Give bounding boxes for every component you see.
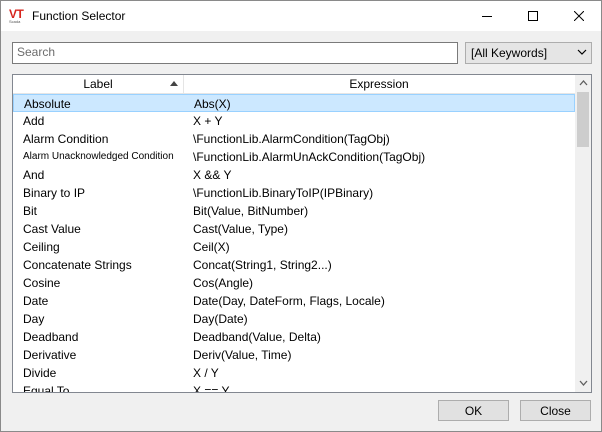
row-expression: Ceil(X) [193, 240, 230, 254]
table-row[interactable]: Concatenate Strings Concat(String1, Strin… [13, 256, 575, 274]
row-label: Ceiling [23, 240, 60, 254]
function-list[interactable]: Label Expression Absolute Abs(X) Add X + YA… [12, 74, 592, 393]
row-label: Concatenate Strings [23, 258, 132, 272]
row-label: Divide [23, 366, 57, 380]
search-box[interactable] [12, 42, 458, 64]
keyword-dropdown-value: [All Keywords] [471, 46, 548, 60]
list-header: Label Expression [13, 75, 591, 94]
table-row[interactable]: Cosine Cos(Angle) [13, 274, 575, 292]
scroll-down-icon[interactable] [579, 380, 588, 386]
row-expression: X == Y [193, 384, 230, 392]
row-expression: Concat(String1, String2...) [193, 258, 332, 272]
chevron-down-icon [577, 49, 587, 55]
search-input[interactable] [13, 43, 457, 61]
minimize-button[interactable] [464, 1, 510, 31]
row-label: Equal To [23, 384, 70, 392]
column-header-label[interactable]: Label [13, 75, 184, 93]
table-row[interactable]: Bit Bit(Value, BitNumber) [13, 202, 575, 220]
close-button[interactable]: Close [520, 400, 591, 421]
row-label: Add [23, 114, 45, 128]
row-label: Alarm Condition [23, 132, 109, 146]
row-expression: Cos(Angle) [193, 276, 254, 290]
scrollbar-thumb[interactable] [577, 92, 589, 147]
column-header-expression[interactable]: Expression [184, 75, 574, 93]
table-row[interactable]: Absolute Abs(X) [13, 94, 575, 112]
row-label: And [23, 168, 45, 182]
table-row[interactable]: Alarm Condition \FunctionLib.AlarmConditi… [13, 130, 575, 148]
row-label: Date [23, 294, 49, 308]
table-row[interactable]: Deadband Deadband(Value, Delta) [13, 328, 575, 346]
ok-button[interactable]: OK [438, 400, 509, 421]
row-label: Absolute [24, 97, 71, 111]
table-row[interactable]: Divide X / Y [13, 364, 575, 382]
table-row[interactable]: Ceiling Ceil(X) [13, 238, 575, 256]
row-label: Binary to IP [23, 186, 86, 200]
row-expression: Day(Date) [193, 312, 248, 326]
function-selector-window: VT Scada Function Selector [All Keywords… [0, 0, 602, 432]
table-row[interactable]: Day Day(Date) [13, 310, 575, 328]
row-expression: Deadband(Value, Delta) [193, 330, 321, 344]
row-label: Cosine [23, 276, 61, 290]
row-expression: X + Y [193, 114, 223, 128]
row-expression: X && Y [193, 168, 232, 182]
table-row[interactable]: Date Date(Day, DateForm, Flags, Locale) [13, 292, 575, 310]
row-label: Cast Value [23, 222, 81, 236]
row-expression: Deriv(Value, Time) [193, 348, 292, 362]
row-label: Deadband [23, 330, 79, 344]
close-window-button[interactable] [556, 1, 602, 31]
maximize-button[interactable] [510, 1, 556, 31]
maximize-icon [528, 11, 538, 21]
keyword-dropdown[interactable]: [All Keywords] [465, 42, 592, 64]
table-row[interactable]: Binary to IP \FunctionLib.BinaryToIP(IPBi… [13, 184, 575, 202]
row-label: Derivative [23, 348, 77, 362]
row-label: Day [23, 312, 45, 326]
row-expression: Date(Day, DateForm, Flags, Locale) [193, 294, 385, 308]
row-label: Bit [23, 204, 38, 218]
window-title: Function Selector [32, 9, 126, 23]
column-header-label-text: Label [83, 77, 113, 91]
table-row[interactable]: Alarm Unacknowledged Condition \FunctionL… [13, 148, 575, 166]
scroll-up-icon[interactable] [579, 80, 588, 86]
row-expression: X / Y [193, 366, 219, 380]
table-row[interactable]: Cast Value Cast(Value, Type) [13, 220, 575, 238]
table-row[interactable]: And X && Y [13, 166, 575, 184]
minimize-icon [482, 16, 492, 17]
row-expression: Bit(Value, BitNumber) [193, 204, 309, 218]
table-row[interactable]: Derivative Deriv(Value, Time) [13, 346, 575, 364]
row-expression: Abs(X) [194, 97, 231, 111]
list-rows: Absolute Abs(X) Add X + Y Alarm Condition \Fu… [13, 94, 575, 392]
row-expression: \FunctionLib.BinaryToIP(IPBinary) [193, 186, 374, 200]
sort-ascending-icon [170, 81, 178, 86]
app-logo: VT Scada [9, 7, 27, 24]
row-expression: \FunctionLib.AlarmUnAckCondition(TagObj) [193, 150, 426, 164]
table-row[interactable]: Add X + Y [13, 112, 575, 130]
row-label: Alarm Unacknowledged Condition [23, 151, 174, 162]
table-row[interactable]: Equal To X == Y [13, 382, 575, 392]
row-expression: \FunctionLib.AlarmCondition(TagObj) [193, 132, 390, 146]
close-icon [574, 11, 584, 21]
vertical-scrollbar[interactable] [575, 75, 591, 392]
row-expression: Cast(Value, Type) [193, 222, 288, 236]
title-bar[interactable]: VT Scada Function Selector [1, 1, 601, 31]
logo-subtext: Scada [9, 19, 21, 24]
